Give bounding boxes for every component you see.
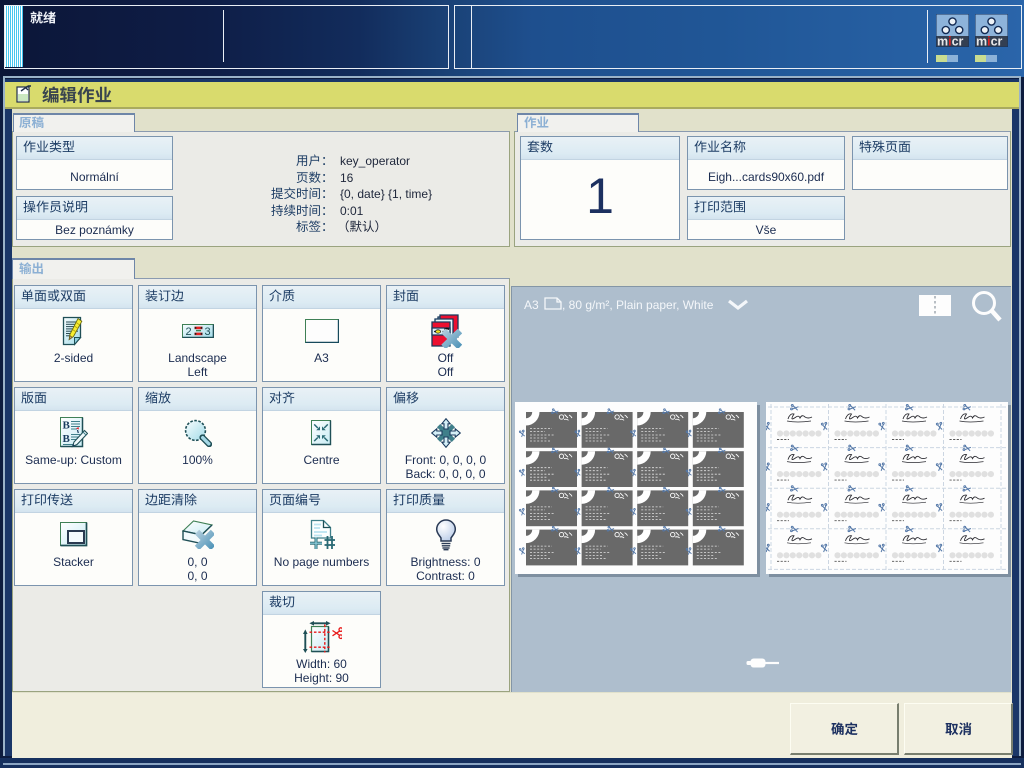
svg-text:micr: micr xyxy=(976,35,1003,48)
svg-text:B: B xyxy=(62,433,70,445)
svg-text:B: B xyxy=(62,419,70,431)
svg-text:2: 2 xyxy=(185,326,191,338)
svg-text:micr: micr xyxy=(937,35,964,48)
svg-text:3: 3 xyxy=(204,326,210,338)
